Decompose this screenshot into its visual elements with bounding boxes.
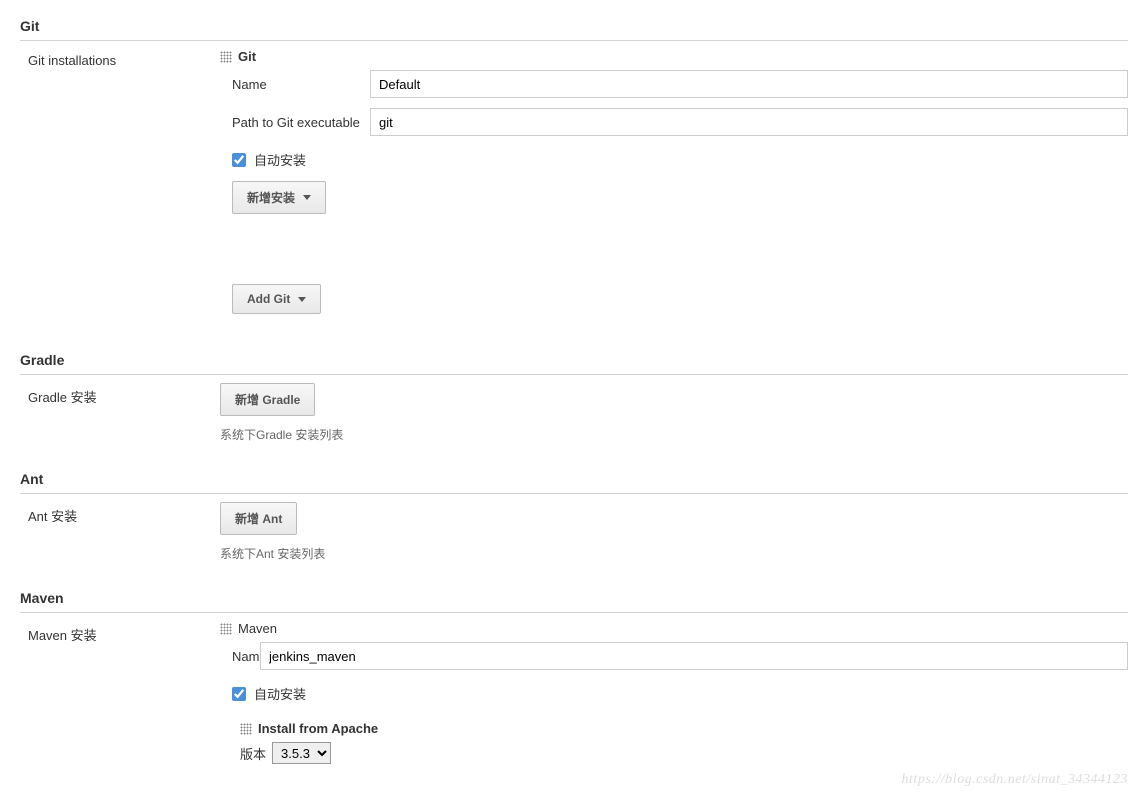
watermark-text: https://blog.csdn.net/sinat_34344123 — [902, 772, 1128, 788]
gradle-hint: 系统下Gradle 安装列表 — [220, 426, 1128, 443]
maven-tool-title: Maven — [238, 621, 277, 636]
maven-installations-label: Maven 安装 — [20, 621, 220, 770]
add-gradle-button[interactable]: 新增 Gradle — [220, 383, 315, 416]
maven-auto-install-row: 自动安装 — [232, 684, 1128, 703]
git-auto-install-checkbox[interactable] — [232, 153, 246, 167]
maven-content: Maven Name 自动安装 Install from Apache 版本 3… — [220, 621, 1128, 770]
maven-tool-title-row: Maven — [220, 621, 1128, 636]
install-from-apache-row: Install from Apache — [240, 721, 1128, 736]
git-auto-install-label: 自动安装 — [254, 150, 306, 169]
git-add-install-button[interactable]: 新增安装 — [232, 181, 326, 214]
git-path-row: Path to Git executable — [220, 108, 1128, 136]
maven-version-label: 版本 — [240, 744, 266, 763]
add-ant-button[interactable]: 新增 Ant — [220, 502, 297, 535]
maven-section-header: Maven — [20, 582, 1128, 613]
ant-content: 新增 Ant 系统下Ant 安装列表 — [220, 502, 1128, 562]
git-auto-install-row: 自动安装 — [232, 150, 1128, 169]
git-path-label: Path to Git executable — [220, 115, 370, 130]
gradle-section-body: Gradle 安装 新增 Gradle 系统下Gradle 安装列表 — [20, 383, 1128, 443]
ant-section-header: Ant — [20, 463, 1128, 494]
add-gradle-label: 新增 Gradle — [235, 391, 300, 408]
caret-down-icon — [298, 297, 306, 302]
git-name-input[interactable] — [370, 70, 1128, 98]
git-name-label: Name — [220, 77, 370, 92]
ant-section-body: Ant 安装 新增 Ant 系统下Ant 安装列表 — [20, 502, 1128, 562]
gradle-section-header: Gradle — [20, 344, 1128, 375]
git-content: Git Name Path to Git executable 自动安装 新增安… — [220, 49, 1128, 324]
add-git-label: Add Git — [247, 292, 290, 306]
install-from-apache-label: Install from Apache — [258, 721, 378, 736]
git-section-body: Git installations Git Name Path to Git e… — [20, 49, 1128, 324]
gradle-installations-label: Gradle 安装 — [20, 383, 220, 443]
maven-section-body: Maven 安装 Maven Name 自动安装 Install from Ap… — [20, 621, 1128, 770]
git-section-header: Git — [20, 10, 1128, 41]
maven-auto-install-checkbox[interactable] — [232, 687, 246, 701]
git-path-input[interactable] — [370, 108, 1128, 136]
maven-version-select[interactable]: 3.5.3 — [272, 742, 331, 764]
maven-auto-install-label: 自动安装 — [254, 684, 306, 703]
git-add-install-label: 新增安装 — [247, 189, 295, 206]
maven-version-row: 版本 3.5.3 — [240, 742, 1128, 764]
git-tool-title-row: Git — [220, 49, 1128, 64]
ant-installations-label: Ant 安装 — [20, 502, 220, 562]
gradle-content: 新增 Gradle 系统下Gradle 安装列表 — [220, 383, 1128, 443]
git-tool-title: Git — [238, 49, 256, 64]
git-installations-label: Git installations — [20, 49, 220, 324]
add-ant-label: 新增 Ant — [235, 510, 282, 527]
drag-handle-icon[interactable] — [240, 723, 252, 735]
maven-name-row: Name — [220, 642, 1128, 670]
git-name-row: Name — [220, 70, 1128, 98]
caret-down-icon — [303, 195, 311, 200]
maven-name-label: Name — [220, 649, 260, 664]
drag-handle-icon[interactable] — [220, 623, 232, 635]
drag-handle-icon[interactable] — [220, 51, 232, 63]
add-git-button[interactable]: Add Git — [232, 284, 321, 314]
maven-name-input[interactable] — [260, 642, 1128, 670]
ant-hint: 系统下Ant 安装列表 — [220, 545, 1128, 562]
